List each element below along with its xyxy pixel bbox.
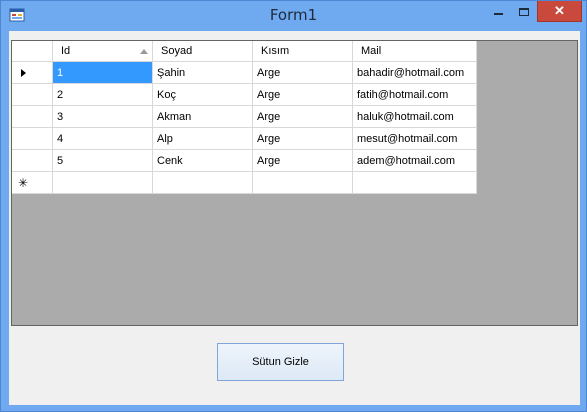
column-header-id[interactable]: Id [53, 41, 153, 62]
close-button[interactable]: ✕ [537, 1, 582, 22]
sort-ascending-icon [140, 48, 148, 54]
column-header-kisim[interactable]: Kısım [253, 41, 353, 62]
form-client-area: Id Soyad Kısım Mail 1 Şahin Arge bahadir… [9, 31, 580, 405]
row-header[interactable] [12, 84, 53, 106]
close-icon: ✕ [554, 3, 565, 18]
grid-cell-kisim[interactable]: Arge [253, 128, 353, 150]
main-window: Form1 ✕ Id Soyad Kısım Mail 1 Şahin Arge… [0, 0, 587, 412]
new-row[interactable]: ✳ [12, 172, 477, 194]
grid-cell-mail[interactable] [353, 172, 477, 194]
grid-cell-soyad[interactable]: Şahin [153, 62, 253, 84]
grid-cell-kisim[interactable]: Arge [253, 84, 353, 106]
grid-cell-mail[interactable]: fatih@hotmail.com [353, 84, 477, 106]
table-row[interactable]: 4 Alp Arge mesut@hotmail.com [12, 128, 477, 150]
minimize-icon [493, 12, 503, 15]
grid-cell-soyad[interactable]: Akman [153, 106, 253, 128]
grid-cell-id[interactable] [53, 172, 153, 194]
data-grid[interactable]: Id Soyad Kısım Mail 1 Şahin Arge bahadir… [11, 40, 578, 326]
grid-header-row: Id Soyad Kısım Mail [12, 41, 477, 63]
column-header-mail[interactable]: Mail [353, 41, 477, 62]
new-row-icon: ✳ [17, 175, 29, 190]
grid-cell-id[interactable]: 2 [53, 84, 153, 106]
current-row-icon [20, 68, 26, 77]
table-row[interactable]: 5 Cenk Arge adem@hotmail.com [12, 150, 477, 172]
grid-cell-mail[interactable]: haluk@hotmail.com [353, 106, 477, 128]
grid-cell-kisim[interactable]: Arge [253, 62, 353, 84]
row-header[interactable]: ✳ [12, 172, 53, 194]
table-row[interactable]: 2 Koç Arge fatih@hotmail.com [12, 84, 477, 106]
grid-cell-soyad[interactable] [153, 172, 253, 194]
grid-cell-mail[interactable]: adem@hotmail.com [353, 150, 477, 172]
hide-column-button[interactable]: Sütun Gizle [217, 343, 344, 381]
grid-cell-id[interactable]: 5 [53, 150, 153, 172]
grid-cell-mail[interactable]: bahadir@hotmail.com [353, 62, 477, 84]
grid-cell-kisim[interactable]: Arge [253, 106, 353, 128]
table-row[interactable]: 1 Şahin Arge bahadir@hotmail.com [12, 62, 477, 84]
maximize-button[interactable] [511, 1, 537, 22]
column-header-soyad[interactable]: Soyad [153, 41, 253, 62]
grid-corner-header[interactable] [12, 41, 53, 62]
table-row[interactable]: 3 Akman Arge haluk@hotmail.com [12, 106, 477, 128]
title-bar[interactable]: Form1 ✕ [1, 1, 586, 31]
grid-cell-id[interactable]: 1 [53, 62, 153, 84]
grid-cell-kisim[interactable]: Arge [253, 150, 353, 172]
minimize-button[interactable] [485, 1, 511, 22]
grid-cell-soyad[interactable]: Koç [153, 84, 253, 106]
row-header[interactable] [12, 128, 53, 150]
row-header[interactable] [12, 62, 53, 84]
grid-cell-kisim[interactable] [253, 172, 353, 194]
grid-cell-soyad[interactable]: Cenk [153, 150, 253, 172]
row-header[interactable] [12, 150, 53, 172]
maximize-icon [519, 7, 529, 16]
grid-cell-id[interactable]: 3 [53, 106, 153, 128]
grid-cell-id[interactable]: 4 [53, 128, 153, 150]
row-header[interactable] [12, 106, 53, 128]
grid-cell-soyad[interactable]: Alp [153, 128, 253, 150]
grid-cell-mail[interactable]: mesut@hotmail.com [353, 128, 477, 150]
